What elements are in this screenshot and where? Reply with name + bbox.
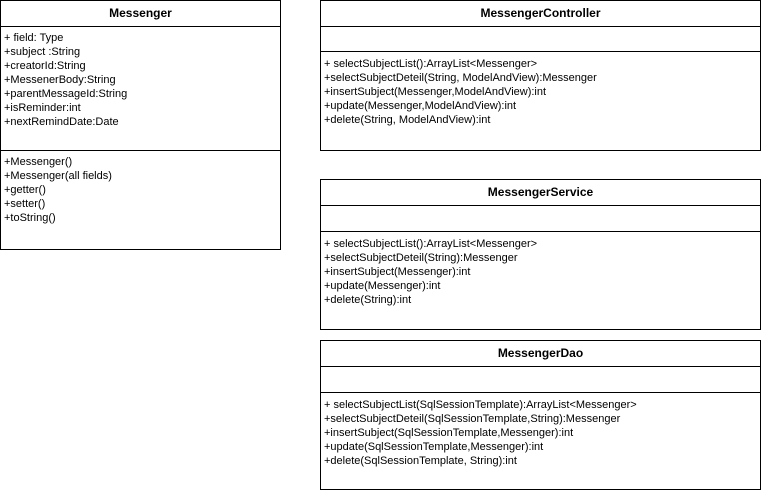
attribute: +isReminder:int: [4, 102, 81, 114]
method: +insertSubject(Messenger):int: [324, 266, 471, 278]
attribute: +subject :String: [4, 46, 81, 58]
method: +update(Messenger):int: [324, 280, 441, 292]
method: +insertSubject(SqlSessionTemplate,Messen…: [324, 427, 574, 439]
method: +delete(SqlSessionTemplate, String):int: [324, 455, 517, 467]
class-name: MessengerController: [321, 1, 760, 27]
method: + selectSubjectList(SqlSessionTemplate):…: [324, 399, 637, 411]
method: +setter(): [4, 198, 46, 210]
attribute: +parentMessageId:String: [4, 88, 128, 100]
attributes-section: [321, 367, 760, 393]
attribute: +nextRemindDate:Date: [4, 116, 119, 128]
methods-section: +Messenger() +Messenger(all fields) +get…: [1, 151, 280, 249]
class-messenger-service: MessengerService + selectSubjectList():A…: [320, 179, 761, 330]
method: + selectSubjectList():ArrayList<Messenge…: [324, 238, 538, 250]
methods-section: + selectSubjectList(SqlSessionTemplate):…: [321, 393, 760, 489]
method: +getter(): [4, 184, 46, 196]
method: +selectSubjectDeteil(String):Messenger: [324, 252, 518, 264]
attribute: + field: Type: [4, 32, 64, 44]
method: +update(SqlSessionTemplate,Messenger):in…: [324, 441, 544, 453]
attribute: +MessenerBody:String: [4, 74, 116, 86]
attributes-section: [321, 27, 760, 52]
method: +delete(String, ModelAndView):int: [324, 114, 491, 126]
method: +selectSubjectDeteil(SqlSessionTemplate,…: [324, 413, 621, 425]
method: +insertSubject(Messenger,ModelAndView):i…: [324, 86, 547, 98]
class-messenger-controller: MessengerController + selectSubjectList(…: [320, 0, 761, 151]
method: +update(Messenger,ModelAndView):int: [324, 100, 517, 112]
method: + selectSubjectList():ArrayList<Messenge…: [324, 58, 538, 70]
attributes-section: + field: Type +subject :String +creatorI…: [1, 27, 280, 151]
methods-section: + selectSubjectList():ArrayList<Messenge…: [321, 52, 760, 150]
class-name: Messenger: [1, 1, 280, 27]
method: +Messenger(): [4, 156, 73, 168]
class-name: MessengerDao: [321, 341, 760, 367]
attributes-section: [321, 206, 760, 232]
class-messenger: Messenger + field: Type +subject :String…: [0, 0, 281, 250]
attribute: +creatorId:String: [4, 60, 86, 72]
class-name: MessengerService: [321, 180, 760, 206]
method: +selectSubjectDeteil(String, ModelAndVie…: [324, 72, 597, 84]
method: +toString(): [4, 212, 56, 224]
method: +delete(String):int: [324, 294, 412, 306]
method: +Messenger(all fields): [4, 170, 112, 182]
class-messenger-dao: MessengerDao + selectSubjectList(SqlSess…: [320, 340, 761, 490]
methods-section: + selectSubjectList():ArrayList<Messenge…: [321, 232, 760, 329]
